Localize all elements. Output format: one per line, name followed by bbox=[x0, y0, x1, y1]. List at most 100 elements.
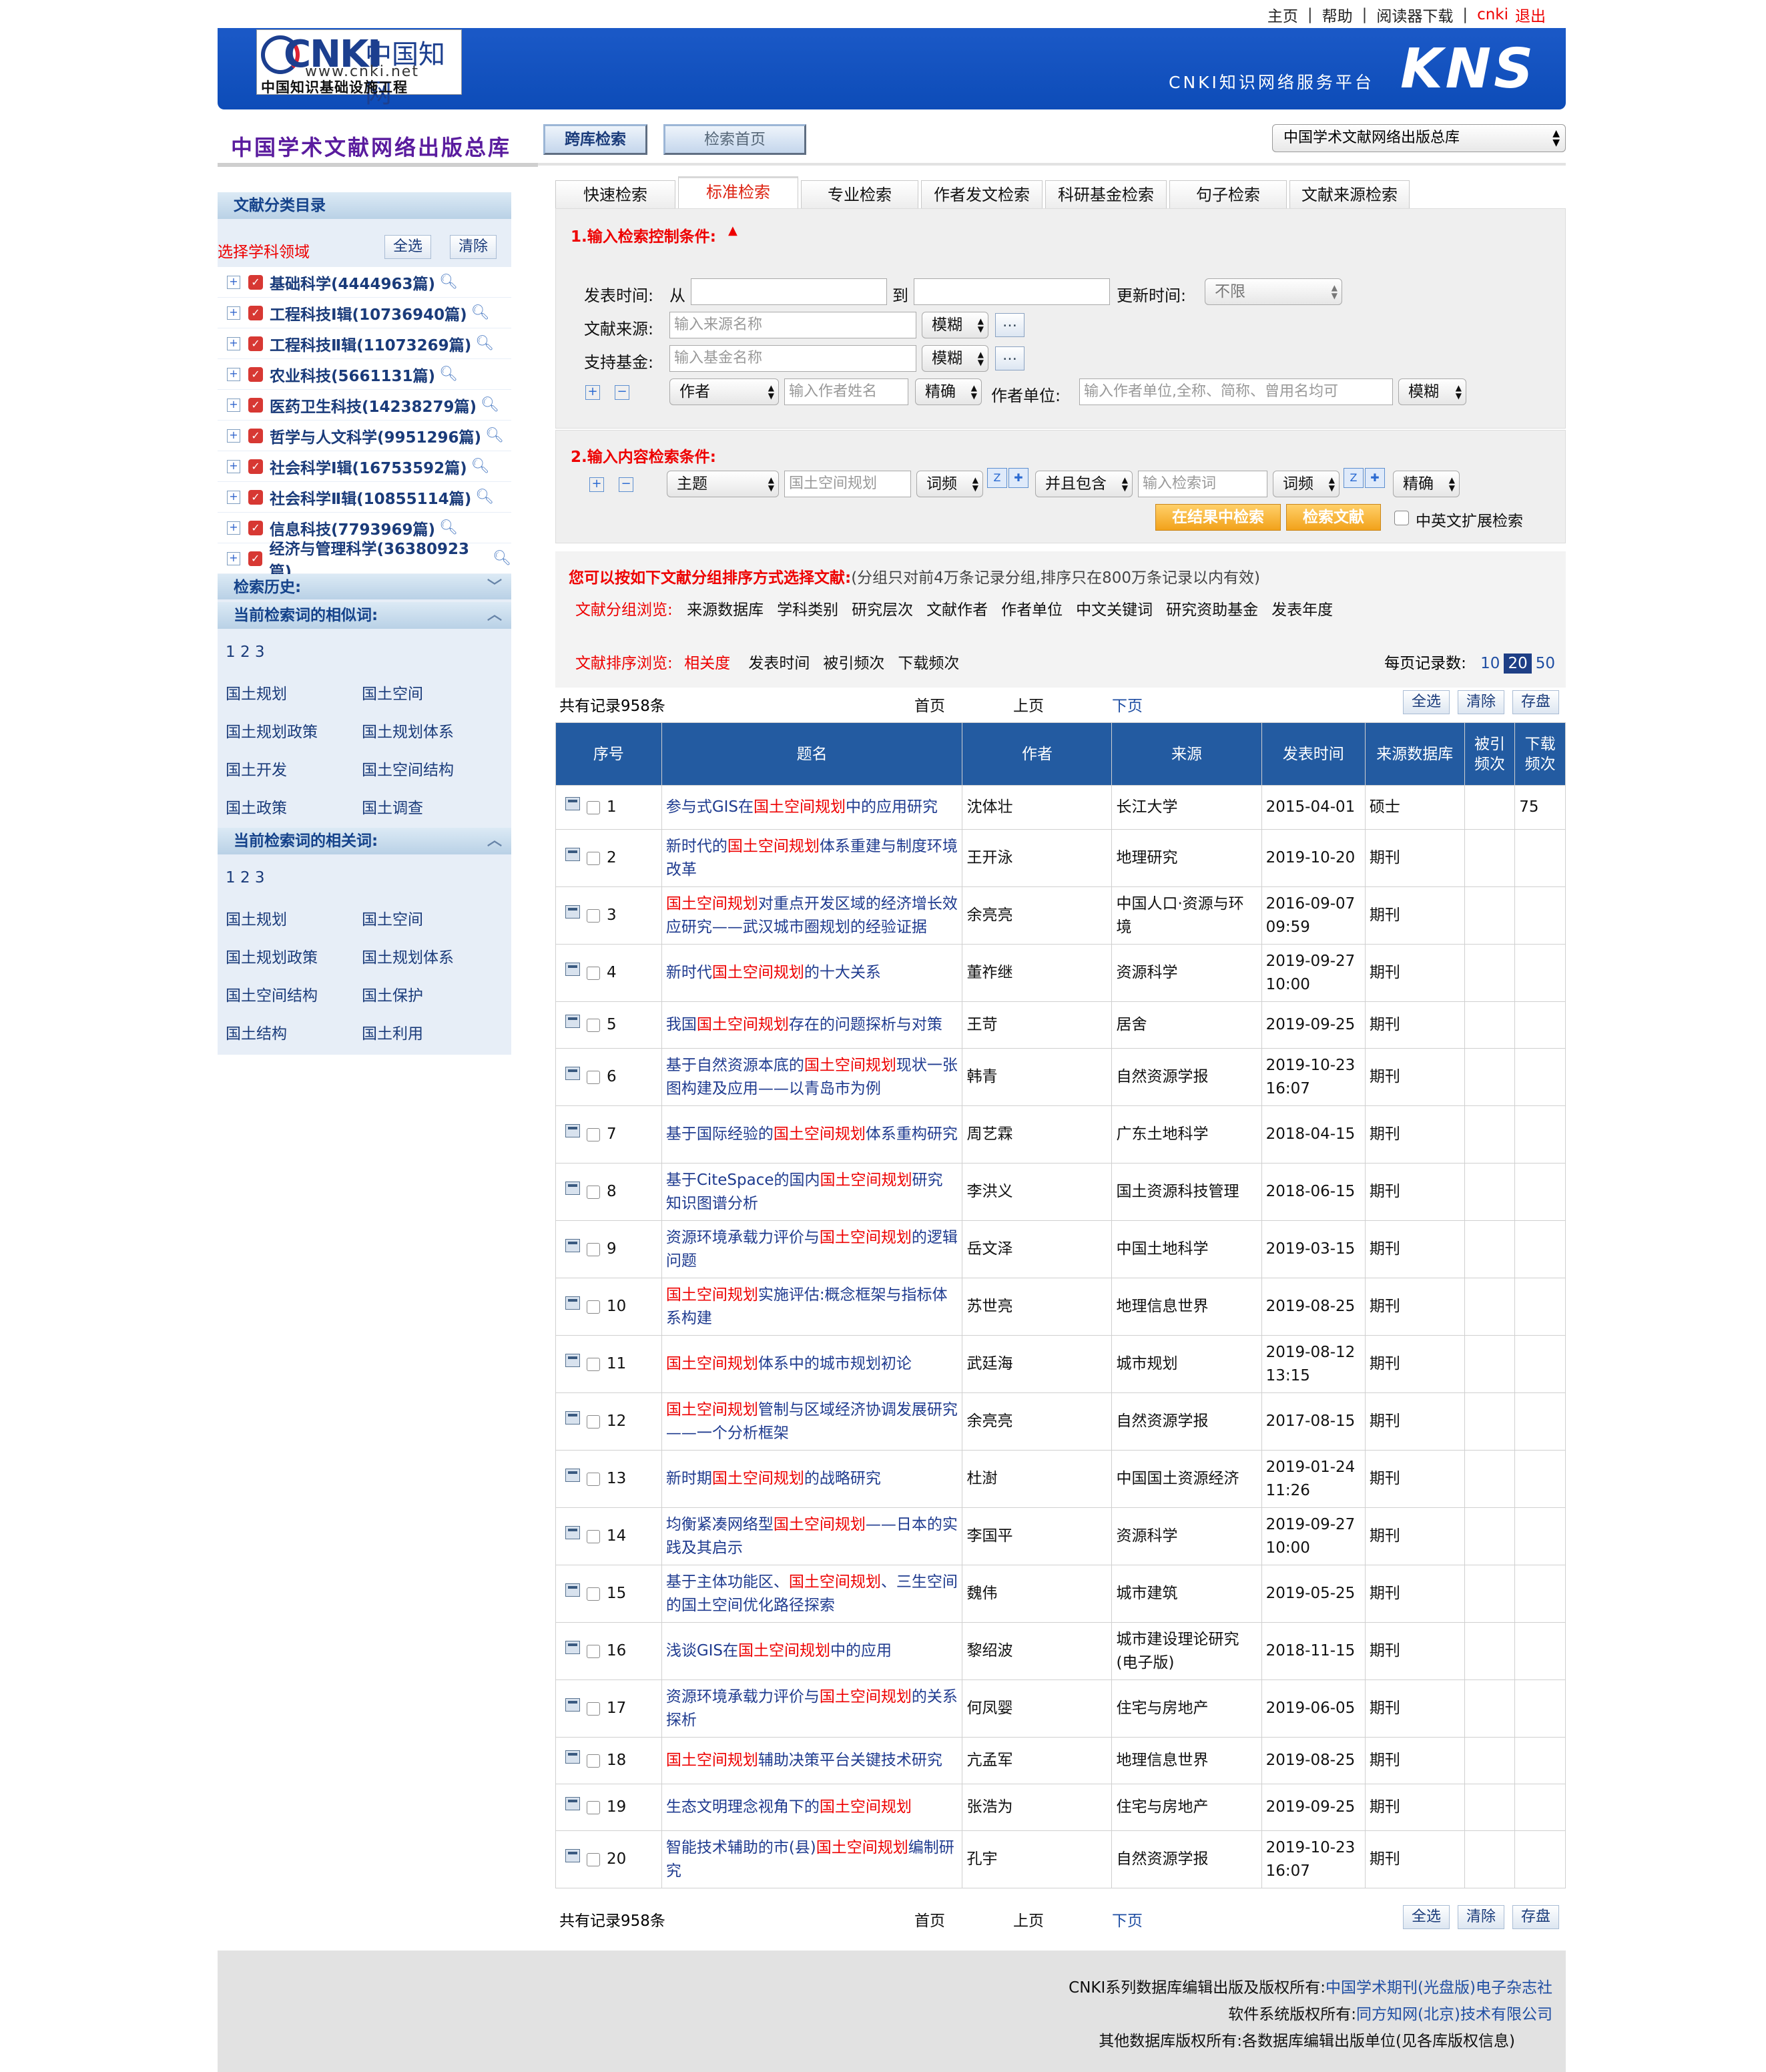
search-icon[interactable]: 🔍︎ bbox=[471, 304, 490, 321]
help-link[interactable]: 帮助 bbox=[1322, 3, 1353, 26]
category-item[interactable]: + ✓ 工程科技Ⅱ辑(11073269篇) 🔍︎ bbox=[218, 328, 511, 359]
footer-publisher-link[interactable]: 中国学术期刊(光盘版)电子杂志社 bbox=[1326, 1979, 1552, 1997]
category-checkbox[interactable]: ✓ bbox=[248, 428, 263, 443]
save-results-button[interactable]: 存盘 bbox=[1512, 690, 1559, 714]
row-author[interactable]: 韩青 bbox=[962, 1048, 1113, 1106]
category-item[interactable]: + ✓ 医药卫生科技(14238279篇) 🔍︎ bbox=[218, 390, 511, 421]
reader-download-link[interactable]: 阅读器下载 bbox=[1376, 3, 1453, 26]
row-source[interactable]: 广东土地科学 bbox=[1111, 1105, 1262, 1163]
row-source[interactable]: 城市规划 bbox=[1111, 1335, 1262, 1393]
column-header[interactable]: 作者 bbox=[962, 722, 1113, 786]
expand-icon[interactable]: + bbox=[227, 398, 240, 412]
row-author[interactable]: 苏世亮 bbox=[962, 1278, 1113, 1336]
row-preview-icon[interactable] bbox=[565, 1411, 580, 1424]
category-checkbox[interactable]: ✓ bbox=[248, 551, 263, 566]
first-page-link[interactable]: 首页 bbox=[914, 693, 945, 716]
tab-search-4[interactable]: 科研基金检索 bbox=[1045, 180, 1167, 210]
category-checkbox[interactable]: ✓ bbox=[248, 397, 263, 413]
row-title-link[interactable]: 国土空间规划对重点开发区域的经济增长效应研究——武汉城市圈规划的经验证据 bbox=[661, 886, 963, 945]
row-title-link[interactable]: 我国国土空间规划存在的问题探析与对策 bbox=[661, 1001, 963, 1049]
prev-page-link[interactable]: 上页 bbox=[1013, 693, 1044, 716]
row-source[interactable]: 中国国土资源经济 bbox=[1111, 1450, 1262, 1508]
search-icon[interactable]: 🔍︎ bbox=[485, 427, 504, 444]
chevron-up-icon[interactable]: ︿ bbox=[487, 828, 502, 854]
row-preview-icon[interactable] bbox=[565, 1124, 580, 1137]
collapse-icon[interactable]: ▲ bbox=[728, 224, 738, 238]
row-author[interactable]: 董祚继 bbox=[962, 944, 1113, 1002]
category-item[interactable]: + ✓ 哲学与人文科学(9951296篇) 🔍︎ bbox=[218, 421, 511, 451]
search-icon[interactable]: 🔍︎ bbox=[471, 458, 490, 475]
category-item[interactable]: + ✓ 社会科学Ⅱ辑(10855114篇) 🔍︎ bbox=[218, 482, 511, 513]
row-source[interactable]: 地理信息世界 bbox=[1111, 1737, 1262, 1784]
row-author[interactable]: 周艺霖 bbox=[962, 1105, 1113, 1163]
similar-word[interactable]: 国土空间结构 bbox=[362, 757, 454, 780]
frequency-select-1[interactable]: 词频 ▲ ▼ bbox=[916, 471, 983, 497]
row-title-link[interactable]: 基于CiteSpace的国内国土空间规划研究知识图谱分析 bbox=[661, 1163, 963, 1221]
tab-search-6[interactable]: 文献来源检索 bbox=[1289, 180, 1410, 210]
similar-word[interactable]: 国土空间 bbox=[362, 681, 423, 704]
date-from-input[interactable] bbox=[691, 278, 887, 305]
group-option[interactable]: 发表年度 bbox=[1271, 601, 1333, 619]
frequency-select-2[interactable]: 词频 ▲ ▼ bbox=[1273, 471, 1340, 497]
row-source[interactable]: 地理信息世界 bbox=[1111, 1278, 1262, 1336]
category-checkbox[interactable]: ✓ bbox=[248, 520, 263, 535]
similar-word[interactable]: 国土规划体系 bbox=[362, 719, 454, 742]
tab-search-0[interactable]: 快速检索 bbox=[555, 180, 675, 210]
row-preview-icon[interactable] bbox=[565, 963, 580, 976]
fund-browse-button[interactable]: … bbox=[995, 346, 1024, 370]
expand-icon[interactable]: + bbox=[227, 275, 240, 289]
row-source[interactable]: 中国人口·资源与环境 bbox=[1111, 886, 1262, 945]
frequency-icon[interactable]: Z bbox=[987, 468, 1007, 488]
source-match-select[interactable]: 模糊 ▲ ▼ bbox=[922, 312, 988, 338]
expand-icon[interactable]: + bbox=[227, 306, 240, 320]
row-checkbox[interactable] bbox=[587, 909, 600, 923]
row-checkbox[interactable] bbox=[587, 966, 600, 980]
expand-icon[interactable]: + bbox=[227, 490, 240, 504]
row-author[interactable]: 黎绍波 bbox=[962, 1622, 1113, 1680]
row-author[interactable]: 王开泳 bbox=[962, 829, 1113, 887]
row-source[interactable]: 自然资源学报 bbox=[1111, 1830, 1262, 1888]
row-preview-icon[interactable] bbox=[565, 905, 580, 919]
row-source[interactable]: 居舍 bbox=[1111, 1001, 1262, 1049]
source-input[interactable]: 输入来源名称 bbox=[669, 312, 916, 338]
row-author[interactable]: 李国平 bbox=[962, 1507, 1113, 1565]
row-preview-icon[interactable] bbox=[565, 848, 580, 861]
column-header[interactable]: 题名 bbox=[661, 722, 963, 786]
category-checkbox[interactable]: ✓ bbox=[248, 305, 263, 320]
row-title-link[interactable]: 国土空间规划辅助决策平台关键技术研究 bbox=[661, 1737, 963, 1784]
next-page-link[interactable]: 下页 bbox=[1112, 693, 1143, 716]
column-header[interactable]: 被引频次 bbox=[1464, 722, 1516, 786]
row-title-link[interactable]: 国土空间规划实施评估:概念框架与指标体系构建 bbox=[661, 1278, 963, 1336]
author-unit-input[interactable]: 输入作者单位,全称、简称、曾用名均可 bbox=[1079, 378, 1393, 405]
row-source[interactable]: 长江大学 bbox=[1111, 785, 1262, 830]
chevron-up-icon[interactable]: ︿ bbox=[487, 602, 502, 629]
row-title-link[interactable]: 国土空间规划体系中的城市规划初论 bbox=[661, 1335, 963, 1393]
tab-search-3[interactable]: 作者发文检索 bbox=[921, 180, 1043, 210]
group-option[interactable]: 作者单位 bbox=[1001, 601, 1063, 619]
category-item[interactable]: + ✓ 基础科学(4444963篇) 🔍︎ bbox=[218, 267, 511, 298]
row-author[interactable]: 何凤婴 bbox=[962, 1679, 1113, 1738]
row-title-link[interactable]: 国土空间规划管制与区域经济协调发展研究——一个分析框架 bbox=[661, 1392, 963, 1451]
expand-icon[interactable]: ✚ bbox=[1008, 468, 1028, 488]
row-preview-icon[interactable] bbox=[565, 1182, 580, 1195]
add-row-icon[interactable]: + bbox=[589, 477, 604, 492]
row-title-link[interactable]: 均衡紧凑网络型国土空间规划——日本的实践及其启示 bbox=[661, 1507, 963, 1565]
related-word[interactable]: 国土规划政策 bbox=[226, 945, 318, 967]
tab-search-5[interactable]: 句子检索 bbox=[1169, 180, 1287, 210]
row-source[interactable]: 城市建筑 bbox=[1111, 1565, 1262, 1623]
row-preview-icon[interactable] bbox=[565, 1641, 580, 1654]
row-title-link[interactable]: 新时代国土空间规划的十大关系 bbox=[661, 944, 963, 1002]
clear-results-button[interactable]: 清除 bbox=[1458, 1905, 1504, 1929]
row-checkbox[interactable] bbox=[587, 1852, 600, 1866]
similar-word[interactable]: 国土规划 bbox=[226, 681, 287, 704]
similar-word[interactable]: 国土政策 bbox=[226, 795, 287, 818]
ext-search-checkbox[interactable] bbox=[1394, 511, 1409, 525]
row-source[interactable]: 国土资源科技管理 bbox=[1111, 1163, 1262, 1221]
row-author[interactable]: 魏伟 bbox=[962, 1565, 1113, 1623]
frequency-icon[interactable]: Z bbox=[1344, 468, 1364, 488]
row-checkbox[interactable] bbox=[587, 1127, 600, 1141]
row-title-link[interactable]: 参与式GIS在国土空间规划中的应用研究 bbox=[661, 785, 963, 830]
search-home-button[interactable]: 检索首页 bbox=[663, 124, 806, 155]
row-source[interactable]: 中国土地科学 bbox=[1111, 1220, 1262, 1278]
select-all-categories-button[interactable]: 全选 bbox=[384, 235, 431, 259]
